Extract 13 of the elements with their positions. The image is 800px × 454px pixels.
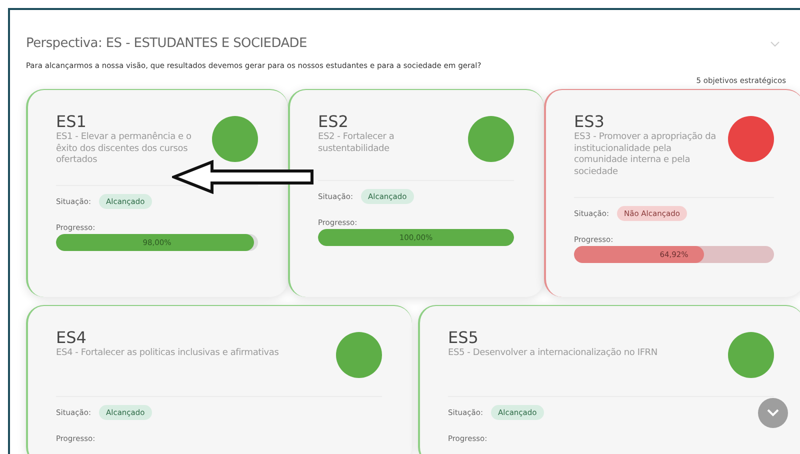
perspective-title: Perspectiva: ES - ESTUDANTES E SOCIEDADE bbox=[26, 36, 307, 51]
objective-code: ES1 bbox=[56, 112, 88, 131]
objective-title: ES5 - Desenvolver a internacionalização no IFRN bbox=[448, 348, 658, 360]
chevron-icon[interactable] bbox=[770, 40, 780, 46]
objective-title: ES4 - Fortalecer as politicas inclusivas e afirmativas bbox=[56, 348, 279, 360]
objective-title: ES2 - Fortalecer a sustentabilidade bbox=[318, 132, 396, 156]
objective-title: ES1 - Elevar a permanência e o êxito dos discentes dos cursos ofertados bbox=[56, 132, 192, 168]
objective-code: ES3 bbox=[574, 112, 606, 131]
chevron-down-icon bbox=[767, 409, 779, 417]
objective-code: ES2 bbox=[318, 112, 350, 131]
objective-code: ES5 bbox=[448, 328, 480, 347]
objective-code: ES4 bbox=[56, 328, 88, 347]
objective-title: ES3 - Promover a apropriação da institucionalidade pela comunidade interna e pela sociedade bbox=[574, 132, 717, 179]
